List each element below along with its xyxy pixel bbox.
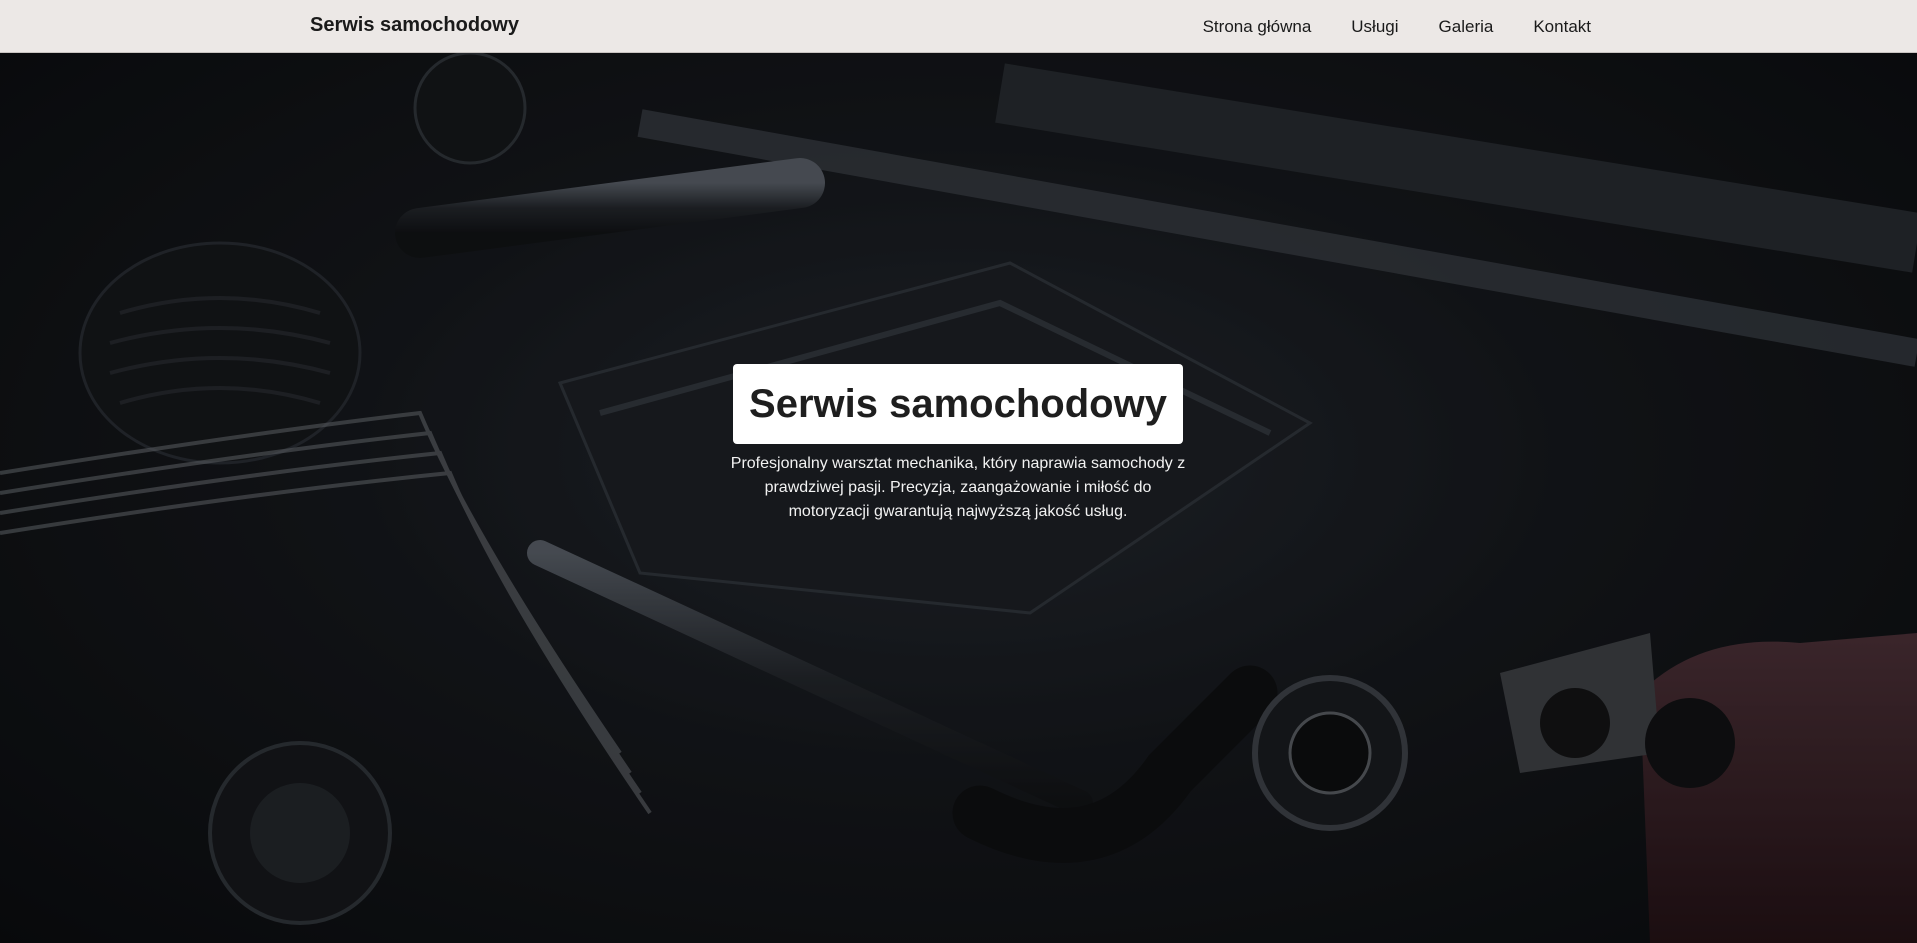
- nav-link-contact[interactable]: Kontakt: [1533, 17, 1591, 37]
- top-navbar: Serwis samochodowy Strona główna Usługi …: [0, 0, 1917, 53]
- main-nav: Strona główna Usługi Galeria Kontakt: [1203, 0, 1591, 53]
- hero-title: Serwis samochodowy: [749, 381, 1167, 426]
- hero-title-box: Serwis samochodowy: [733, 364, 1183, 444]
- nav-link-gallery[interactable]: Galeria: [1439, 17, 1494, 37]
- nav-link-home[interactable]: Strona główna: [1203, 17, 1312, 37]
- nav-link-services[interactable]: Usługi: [1351, 17, 1398, 37]
- hero-description: Profesjonalny warsztat mechanika, który …: [730, 455, 1186, 520]
- brand-logo-link[interactable]: Serwis samochodowy: [310, 14, 519, 37]
